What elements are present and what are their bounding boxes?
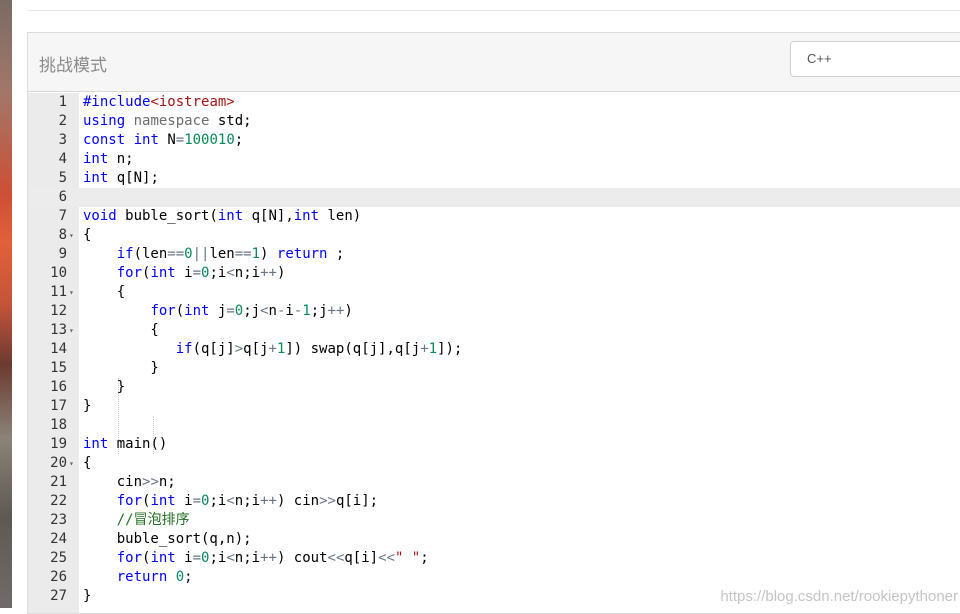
line-number: 3 bbox=[58, 132, 67, 148]
code-text: } bbox=[83, 360, 159, 376]
line-number: 20 bbox=[50, 455, 67, 471]
code-text: int n; bbox=[83, 151, 134, 167]
code-line[interactable]: 17} bbox=[28, 397, 960, 416]
code-line[interactable]: 11 ▾ { bbox=[28, 283, 960, 302]
line-number: 27 bbox=[50, 588, 67, 604]
code-line[interactable]: 23 //冒泡排序 bbox=[28, 511, 960, 530]
line-number: 14 bbox=[50, 341, 67, 357]
code-line[interactable]: 15 } bbox=[28, 359, 960, 378]
line-number: 26 bbox=[50, 569, 67, 585]
code-line[interactable]: 25 for(int i=0;i<n;i++) cout<<q[i]<<" "; bbox=[28, 549, 960, 568]
code-text: cin>>n; bbox=[83, 474, 176, 490]
code-text: //冒泡排序 bbox=[116, 512, 190, 528]
line-number: 22 bbox=[50, 493, 67, 509]
code-line[interactable]: 26 return 0; bbox=[28, 568, 960, 587]
panel-title: 挑战模式 bbox=[39, 56, 107, 75]
code-line[interactable]: 5 int q[N]; bbox=[28, 169, 960, 188]
code-line[interactable]: 4 int n; bbox=[28, 150, 960, 169]
code-line[interactable]: 14 if(q[j]>q[j+1]) swap(q[j],q[j+1]); bbox=[28, 340, 960, 359]
line-number: 17 bbox=[50, 398, 67, 414]
code-text: } bbox=[83, 379, 126, 395]
line-number: 4 bbox=[58, 151, 67, 167]
code-line[interactable]: 1 #include<iostream> bbox=[28, 93, 960, 112]
line-number: 23 bbox=[50, 512, 67, 528]
code-text: { bbox=[83, 227, 92, 243]
code-text: for(int j=0;j<n-i-1;j++) bbox=[150, 303, 353, 319]
code-text: for(int i=0;i<n;i++) cin>>q[i]; bbox=[116, 493, 379, 509]
code-line[interactable]: 22 for(int i=0;i<n;i++) cin>>q[i]; bbox=[28, 492, 960, 511]
code-text: #include<iostream> bbox=[83, 94, 235, 110]
code-text: return 0; bbox=[116, 569, 193, 585]
code-text: { bbox=[83, 322, 159, 338]
line-number: 5 bbox=[58, 170, 67, 186]
code-text: if(q[j]>q[j+1]) swap(q[j],q[j+1]); bbox=[175, 341, 463, 357]
code-text: for(int i=0;i<n;i++) cout<<q[i]<<" "; bbox=[116, 550, 429, 566]
code-line[interactable]: 16 } bbox=[28, 378, 960, 397]
panel-header: 挑战模式 C++ bbox=[28, 33, 960, 92]
line-number: 7 bbox=[58, 208, 67, 224]
line-number: 12 bbox=[50, 303, 67, 319]
code-lines: 1 #include<iostream> 2 using namespace std;… bbox=[28, 93, 960, 606]
code-line[interactable]: 6 bbox=[28, 188, 960, 207]
code-line[interactable]: 10 for(int i=0;i<n;i++) bbox=[28, 264, 960, 283]
line-number: 15 bbox=[50, 360, 67, 376]
code-line[interactable]: 24 buble_sort(q,n); bbox=[28, 530, 960, 549]
code-line[interactable]: 19 int main() bbox=[28, 435, 960, 454]
background-image-strip bbox=[0, 0, 12, 608]
code-text: using namespace std; bbox=[83, 113, 252, 129]
code-text: buble_sort(q,n); bbox=[83, 531, 252, 547]
code-editor[interactable]: 1 #include<iostream> 2 using namespace std;… bbox=[28, 93, 960, 613]
code-text: } bbox=[83, 398, 92, 414]
code-text: { bbox=[83, 284, 126, 300]
language-select[interactable]: C++ bbox=[790, 41, 960, 77]
code-line[interactable]: 12 for(int j=0;j<n-i-1;j++) bbox=[28, 302, 960, 321]
fold-arrow-icon[interactable]: ▾ bbox=[69, 321, 74, 340]
line-number: 11 bbox=[50, 284, 67, 300]
code-line[interactable]: 2 using namespace std; bbox=[28, 112, 960, 131]
line-number: 16 bbox=[50, 379, 67, 395]
line-number: 25 bbox=[50, 550, 67, 566]
watermark: https://blog.csdn.net/rookiepythoner bbox=[720, 588, 958, 605]
code-line[interactable]: 20 ▾ { bbox=[28, 454, 960, 473]
code-line[interactable]: 21 cin>>n; bbox=[28, 473, 960, 492]
line-number: 10 bbox=[50, 265, 67, 281]
line-number: 19 bbox=[50, 436, 67, 452]
code-text: void buble_sort(int q[N],int len) bbox=[83, 208, 362, 224]
code-line[interactable]: 9 if(len==0||len==1) return ; bbox=[28, 245, 960, 264]
line-number: 6 bbox=[58, 189, 67, 205]
line-number: 9 bbox=[58, 246, 67, 262]
code-panel: 挑战模式 C++ 1 #include<iostream> 2 using names… bbox=[27, 32, 960, 614]
code-text: { bbox=[83, 455, 92, 471]
code-text: } bbox=[83, 588, 92, 604]
code-line[interactable]: 3 const int N=100010; bbox=[28, 131, 960, 150]
fold-arrow-icon[interactable]: ▾ bbox=[69, 283, 74, 302]
line-number: 1 bbox=[58, 94, 67, 110]
line-number: 24 bbox=[50, 531, 67, 547]
code-line[interactable]: 18 bbox=[28, 416, 960, 435]
fold-arrow-icon[interactable]: ▾ bbox=[69, 226, 74, 245]
code-text: if(len==0||len==1) return ; bbox=[116, 246, 345, 262]
line-number: 13 bbox=[50, 322, 67, 338]
line-number: 18 bbox=[50, 417, 67, 433]
code-text: int q[N]; bbox=[83, 170, 159, 186]
top-divider bbox=[28, 10, 960, 11]
code-text: const int N=100010; bbox=[83, 132, 244, 148]
code-text: int main() bbox=[83, 436, 168, 452]
code-line[interactable]: 13 ▾ { bbox=[28, 321, 960, 340]
line-number: 2 bbox=[58, 113, 67, 129]
code-line[interactable]: 7 void buble_sort(int q[N],int len) bbox=[28, 207, 960, 226]
line-number: 8 bbox=[58, 227, 67, 243]
code-text: for(int i=0;i<n;i++) bbox=[116, 265, 286, 281]
line-number: 21 bbox=[50, 474, 67, 490]
fold-arrow-icon[interactable]: ▾ bbox=[69, 454, 74, 473]
code-line[interactable]: 8 ▾ { bbox=[28, 226, 960, 245]
